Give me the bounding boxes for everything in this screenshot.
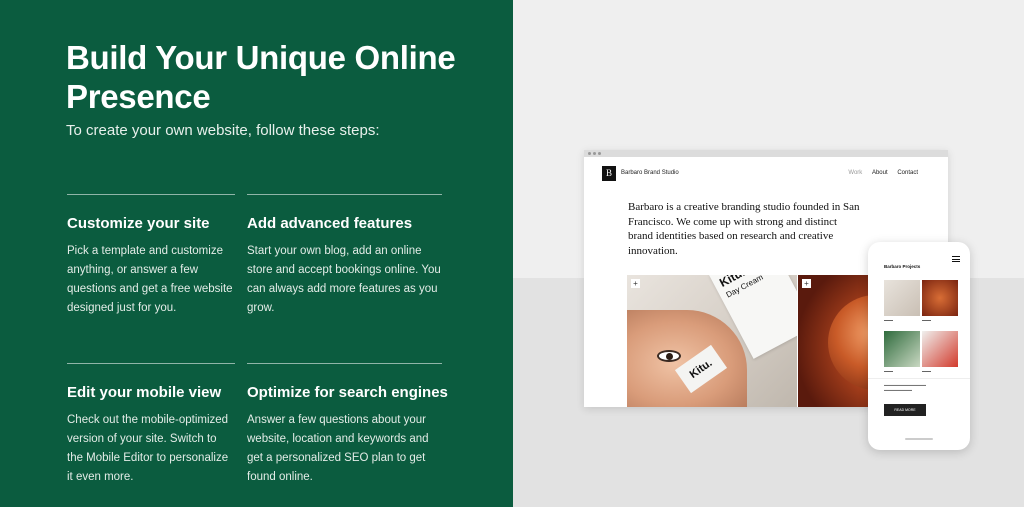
nav-about[interactable]: About (872, 170, 888, 176)
thumb-caption: ▬▬▬ (922, 318, 931, 322)
brand-logo: B (602, 166, 616, 181)
brand-name: Barbaro Brand Studio (621, 170, 679, 176)
divider (67, 194, 235, 195)
step-title: Customize your site (67, 215, 210, 232)
intro-panel: Build Your Unique Online Presence To cre… (0, 0, 513, 507)
face-photo (627, 310, 747, 407)
read-more-button[interactable]: READ MORE (884, 404, 926, 416)
project-thumb[interactable] (922, 331, 958, 367)
mobile-description-placeholder: ▬▬▬▬▬▬▬▬▬▬▬▬ ▬▬▬▬▬▬▬▬ (884, 383, 926, 392)
step-text: Answer a few questions about your websit… (247, 414, 429, 483)
step-title: Optimize for search engines (247, 384, 448, 401)
window-dot-icon (593, 152, 596, 155)
studio-intro: Barbaro is a creative branding studio fo… (628, 201, 860, 257)
step-title: Add advanced features (247, 215, 413, 232)
nav-work[interactable]: Work (848, 170, 862, 176)
window-dot-icon (588, 152, 591, 155)
page-title: Build Your Unique Online Presence (66, 39, 456, 115)
thumb-caption: ▬▬▬ (922, 369, 931, 373)
site-nav: Work About Contact (840, 170, 918, 176)
project-thumb[interactable] (884, 280, 920, 316)
home-indicator (905, 438, 933, 440)
window-dot-icon (598, 152, 601, 155)
hamburger-menu-icon[interactable] (952, 256, 960, 262)
project-thumb[interactable] (922, 280, 958, 316)
thumb-caption: ▬▬▬ (884, 318, 893, 322)
mobile-title: Barbaro Projects (884, 264, 921, 269)
gallery-image-skincare: Kitu. Day Cream Kitu. + (627, 275, 797, 407)
step-customize: Customize your site Pick a template and … (67, 194, 235, 318)
project-thumb[interactable] (884, 331, 920, 367)
page-subtitle: To create your own website, follow these… (66, 122, 380, 139)
divider (868, 378, 970, 379)
step-text: Start your own blog, add an online store… (247, 245, 441, 314)
step-advanced-features: Add advanced features Start your own blo… (247, 194, 442, 318)
step-text: Pick a template and customize anything, … (67, 245, 233, 314)
plus-icon[interactable]: + (631, 279, 640, 288)
plus-icon[interactable]: + (802, 279, 811, 288)
divider (67, 363, 235, 364)
thumb-caption: ▬▬▬ (884, 369, 893, 373)
mobile-preview: Barbaro Projects ▬▬▬ ▬▬▬ ▬▬▬ ▬▬▬ ▬▬▬▬▬▬▬… (868, 242, 970, 450)
eye-shape (657, 350, 681, 362)
browser-chrome (584, 150, 948, 157)
divider (247, 194, 442, 195)
nav-contact[interactable]: Contact (897, 170, 918, 176)
divider (247, 363, 442, 364)
step-mobile-view: Edit your mobile view Check out the mobi… (67, 363, 235, 487)
step-seo: Optimize for search engines Answer a few… (247, 363, 448, 487)
step-title: Edit your mobile view (67, 384, 222, 401)
step-text: Check out the mobile-optimized version o… (67, 414, 229, 483)
